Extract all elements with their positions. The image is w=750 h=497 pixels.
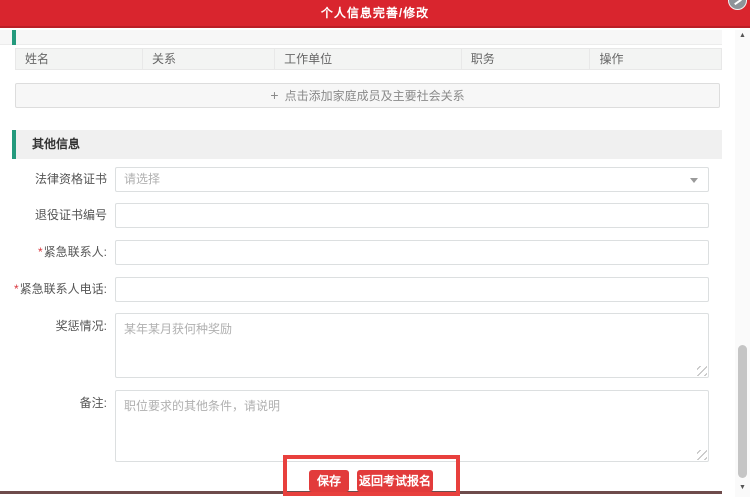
chevron-down-icon bbox=[690, 178, 698, 183]
required-asterisk: * bbox=[14, 282, 19, 296]
legal-certificate-select[interactable]: 请选择 bbox=[115, 167, 709, 192]
rewards-textarea[interactable] bbox=[115, 313, 709, 378]
column-workplace: 工作单位 bbox=[275, 48, 462, 70]
scroll-down-arrow-icon[interactable]: ▼ bbox=[735, 482, 750, 494]
emergency-contact-label: 紧急联系人: bbox=[44, 245, 107, 259]
column-actions: 操作 bbox=[590, 48, 722, 70]
form-content: 姓名 关系 工作单位 职务 操作 + 点击添加家庭成员及主要社会关系 其他信息 法… bbox=[0, 28, 722, 497]
select-placeholder-text: 请选择 bbox=[124, 172, 160, 186]
back-to-exam-registration-button[interactable]: 返回考试报名 bbox=[357, 470, 433, 492]
scrollbar: ▲ ▼ bbox=[722, 30, 750, 497]
resize-handle-icon[interactable] bbox=[697, 450, 707, 460]
required-asterisk: * bbox=[38, 245, 43, 259]
remarks-textarea[interactable] bbox=[115, 390, 709, 462]
remarks-label: 备注: bbox=[0, 397, 107, 409]
scrollbar-thumb[interactable] bbox=[738, 345, 747, 478]
column-position: 职务 bbox=[462, 48, 591, 70]
personal-info-form-page: 个人信息完善/修改 姓名 关系 工作单位 职务 操作 + 点击添加家庭成员及主要社… bbox=[0, 0, 750, 497]
family-table-header: 姓名 关系 工作单位 职务 操作 bbox=[15, 48, 722, 70]
emergency-contact-input[interactable] bbox=[115, 240, 709, 265]
emergency-phone-label: 紧急联系人电话: bbox=[20, 282, 107, 296]
veteran-certificate-input[interactable] bbox=[115, 203, 709, 228]
legal-certificate-label: 法律资格证书 bbox=[0, 167, 107, 192]
plus-icon: + bbox=[270, 87, 278, 103]
other-info-section-header: 其他信息 bbox=[12, 130, 722, 159]
veteran-certificate-label: 退役证书编号 bbox=[0, 203, 107, 228]
add-family-member-button[interactable]: + 点击添加家庭成员及主要社会关系 bbox=[15, 83, 720, 108]
column-name: 姓名 bbox=[15, 48, 143, 70]
scrolled-section-strip bbox=[0, 30, 722, 45]
resize-handle-icon[interactable] bbox=[697, 366, 707, 376]
save-button[interactable]: 保存 bbox=[309, 470, 349, 492]
page-title: 个人信息完善/修改 bbox=[0, 0, 750, 27]
add-family-member-label: 点击添加家庭成员及主要社会关系 bbox=[285, 89, 465, 103]
rewards-label: 奖惩情况: bbox=[0, 320, 107, 332]
section-accent-bar bbox=[12, 30, 16, 45]
scroll-up-arrow-icon[interactable]: ▲ bbox=[735, 30, 750, 42]
emergency-phone-input[interactable] bbox=[115, 277, 709, 302]
section-title: 其他信息 bbox=[16, 130, 80, 159]
page-header: 个人信息完善/修改 bbox=[0, 0, 750, 28]
column-relation: 关系 bbox=[143, 48, 275, 70]
